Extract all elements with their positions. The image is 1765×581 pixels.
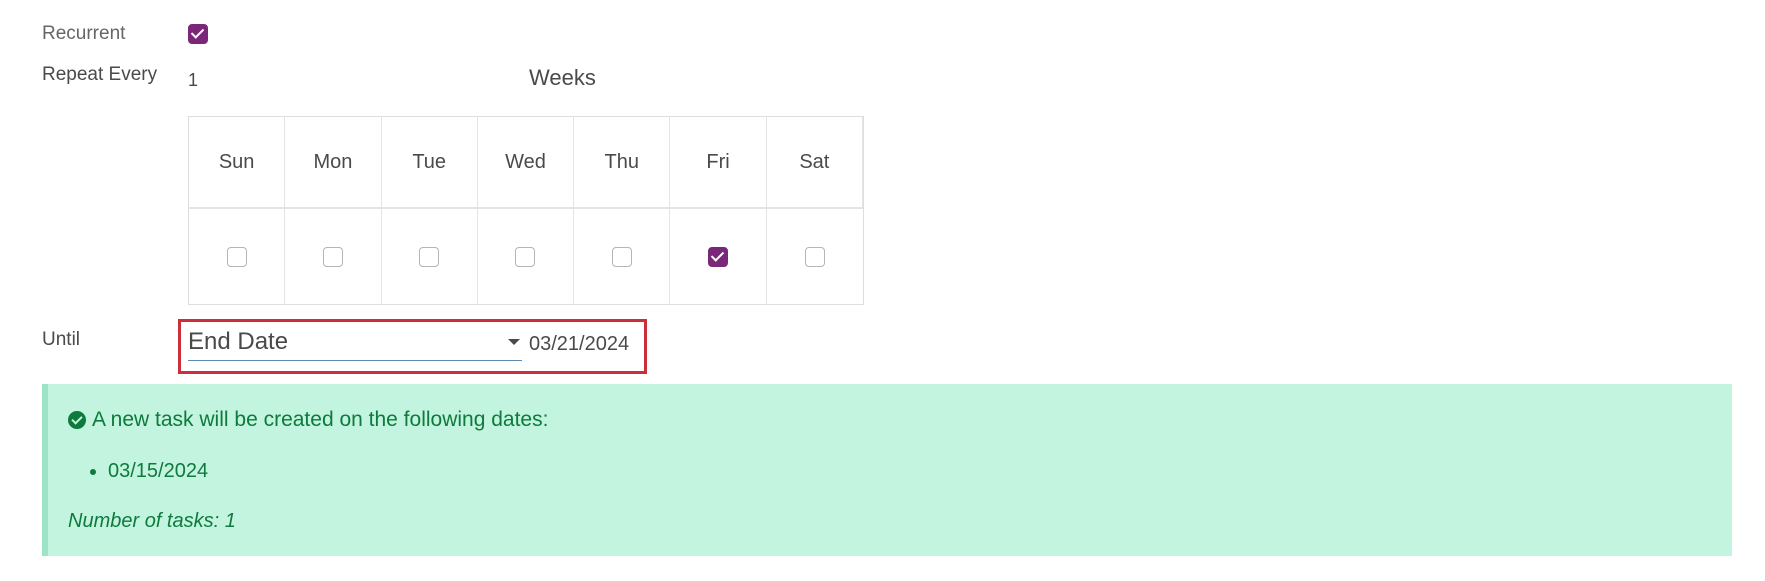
caret-down-icon — [508, 339, 520, 345]
alert-heading: A new task will be created on the follow… — [68, 408, 548, 432]
day-cell-fri — [670, 209, 767, 304]
recurrent-label: Recurrent — [42, 23, 126, 44]
until-date-input[interactable]: 03/21/2024 — [529, 333, 629, 356]
alert-message: A new task will be created on the follow… — [92, 408, 549, 431]
day-checkbox-tue[interactable] — [419, 246, 440, 267]
task-count: Number of tasks: 1 — [68, 510, 236, 532]
day-cell-wed — [478, 209, 575, 304]
day-cell-tue — [382, 209, 478, 304]
list-item: 03/15/2024 — [108, 460, 208, 483]
repeat-interval-input[interactable]: 1 — [188, 70, 198, 91]
until-mode-value: End Date — [188, 328, 289, 355]
recurrent-checkbox[interactable] — [188, 24, 208, 44]
task-dates-list: 03/15/2024 — [88, 460, 208, 483]
repeat-unit-select[interactable]: Weeks — [529, 65, 596, 91]
day-checkbox-thu[interactable] — [611, 246, 632, 267]
day-cell-thu — [574, 209, 671, 304]
day-checkbox-sat[interactable] — [804, 246, 825, 267]
day-header-fri: Fri — [670, 117, 767, 209]
day-checkbox-fri[interactable] — [708, 246, 729, 267]
weekday-table: Sun Mon Tue Wed Thu Fri Sat — [188, 116, 864, 305]
day-checkbox-mon[interactable] — [322, 246, 343, 267]
until-mode-select[interactable]: End Date — [188, 327, 522, 361]
day-checkbox-wed[interactable] — [515, 246, 536, 267]
day-header-sun: Sun — [189, 117, 286, 209]
repeat-every-label: Repeat Every — [42, 64, 158, 85]
day-cell-sun — [189, 209, 286, 304]
day-header-wed: Wed — [477, 117, 575, 209]
day-header-mon: Mon — [285, 117, 382, 209]
until-label: Until — [42, 329, 81, 350]
day-header-sat: Sat — [766, 117, 863, 209]
recurrence-info-alert: A new task will be created on the follow… — [42, 384, 1732, 556]
day-checkbox-sun[interactable] — [226, 246, 247, 267]
check-circle-icon — [68, 411, 86, 429]
day-cell-mon — [285, 209, 382, 304]
day-cell-sat — [767, 209, 863, 304]
day-header-tue: Tue — [381, 117, 478, 209]
day-header-thu: Thu — [574, 117, 671, 209]
